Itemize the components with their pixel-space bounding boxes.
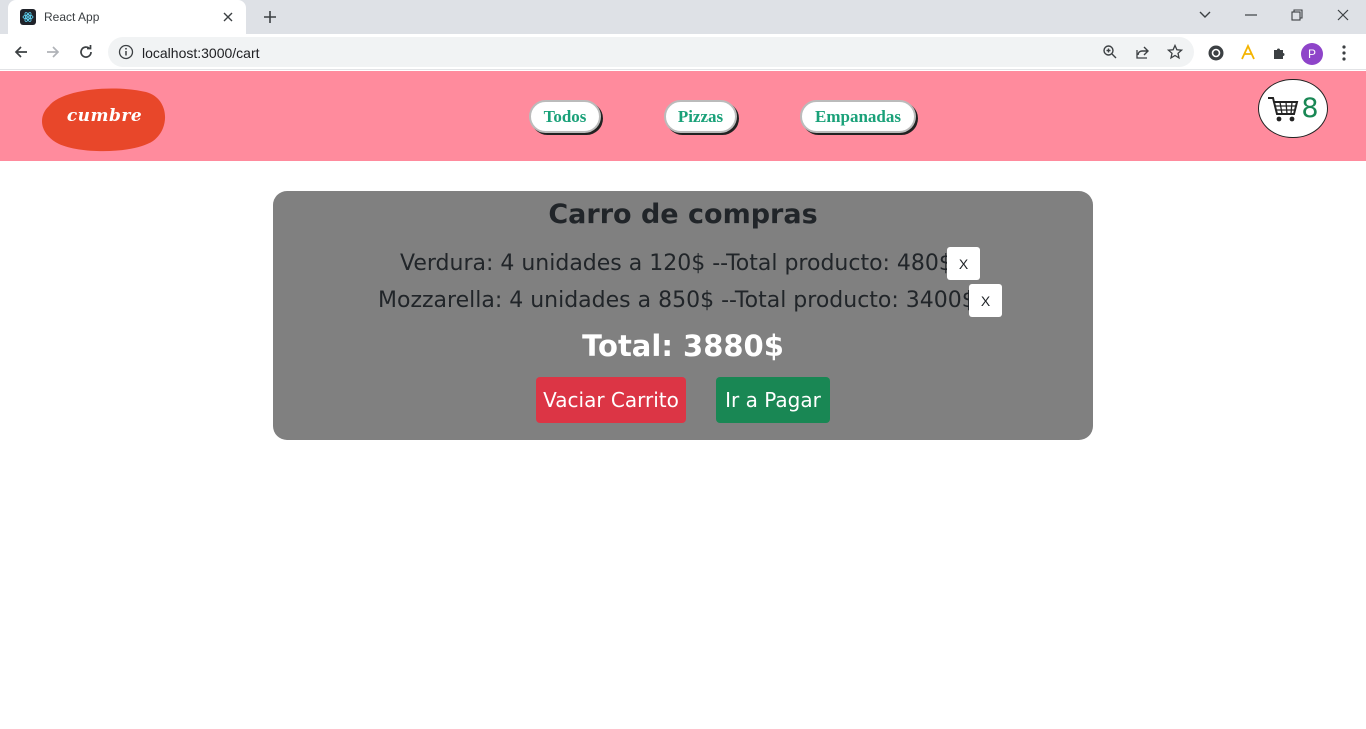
extension-circle-icon[interactable] xyxy=(1206,43,1226,63)
page-content: cumbre Todos Pizzas Empanadas 8 Carro de… xyxy=(0,71,1366,729)
cart-item-mozzarella: Mozzarella: 4 unidades a 850$ --Total pr… xyxy=(378,288,976,313)
cart-panel: Carro de compras Verdura: 4 unidades a 1… xyxy=(273,191,1093,440)
bookmark-star-icon[interactable] xyxy=(1167,44,1183,60)
remove-item-mozzarella-button[interactable]: X xyxy=(969,284,1002,317)
zoom-icon[interactable] xyxy=(1102,44,1118,60)
logo-text: cumbre xyxy=(66,106,143,126)
cart-item-verdura: Verdura: 4 unidades a 120$ --Total produ… xyxy=(400,251,953,276)
tab-search-icon[interactable] xyxy=(1182,0,1228,30)
reload-icon[interactable] xyxy=(73,39,99,65)
browser-toolbar: localhost:3000/cart P xyxy=(0,34,1366,70)
close-tab-icon[interactable] xyxy=(220,9,236,25)
remove-item-verdura-button[interactable]: X xyxy=(947,247,980,280)
browser-menu-icon[interactable] xyxy=(1334,43,1354,63)
back-icon[interactable] xyxy=(8,39,34,65)
url-text[interactable]: localhost:3000/cart xyxy=(142,45,260,61)
shopping-cart-icon xyxy=(1268,96,1299,121)
profile-avatar[interactable]: P xyxy=(1301,43,1323,65)
forward-icon[interactable] xyxy=(40,39,66,65)
extensions-puzzle-icon[interactable] xyxy=(1270,43,1290,63)
cart-title: Carro de compras xyxy=(548,199,818,230)
site-info-icon[interactable] xyxy=(118,44,134,60)
cart-widget-button[interactable]: 8 xyxy=(1258,79,1328,138)
nav-pizzas-button[interactable]: Pizzas xyxy=(664,100,737,133)
nav-empanadas-button[interactable]: Empanadas xyxy=(800,100,916,133)
clear-cart-button[interactable]: Vaciar Carrito xyxy=(536,377,686,423)
go-to-pay-button[interactable]: Ir a Pagar xyxy=(716,377,830,423)
nav-todos-button[interactable]: Todos xyxy=(529,100,601,133)
address-bar[interactable]: localhost:3000/cart xyxy=(108,37,1194,67)
react-favicon-icon xyxy=(20,9,36,25)
close-window-icon[interactable] xyxy=(1320,0,1366,30)
site-header: cumbre Todos Pizzas Empanadas 8 xyxy=(0,71,1366,161)
extension-a-icon[interactable] xyxy=(1238,43,1258,63)
cart-count-badge: 8 xyxy=(1301,93,1319,124)
tab-title: React App xyxy=(44,10,100,24)
browser-tab-strip: React App xyxy=(0,0,1366,34)
browser-tab[interactable]: React App xyxy=(8,0,246,34)
new-tab-icon[interactable] xyxy=(258,6,282,28)
cart-total: Total: 3880$ xyxy=(582,329,784,363)
share-icon[interactable] xyxy=(1135,44,1151,60)
restore-icon[interactable] xyxy=(1274,0,1320,30)
minimize-icon[interactable] xyxy=(1228,0,1274,30)
